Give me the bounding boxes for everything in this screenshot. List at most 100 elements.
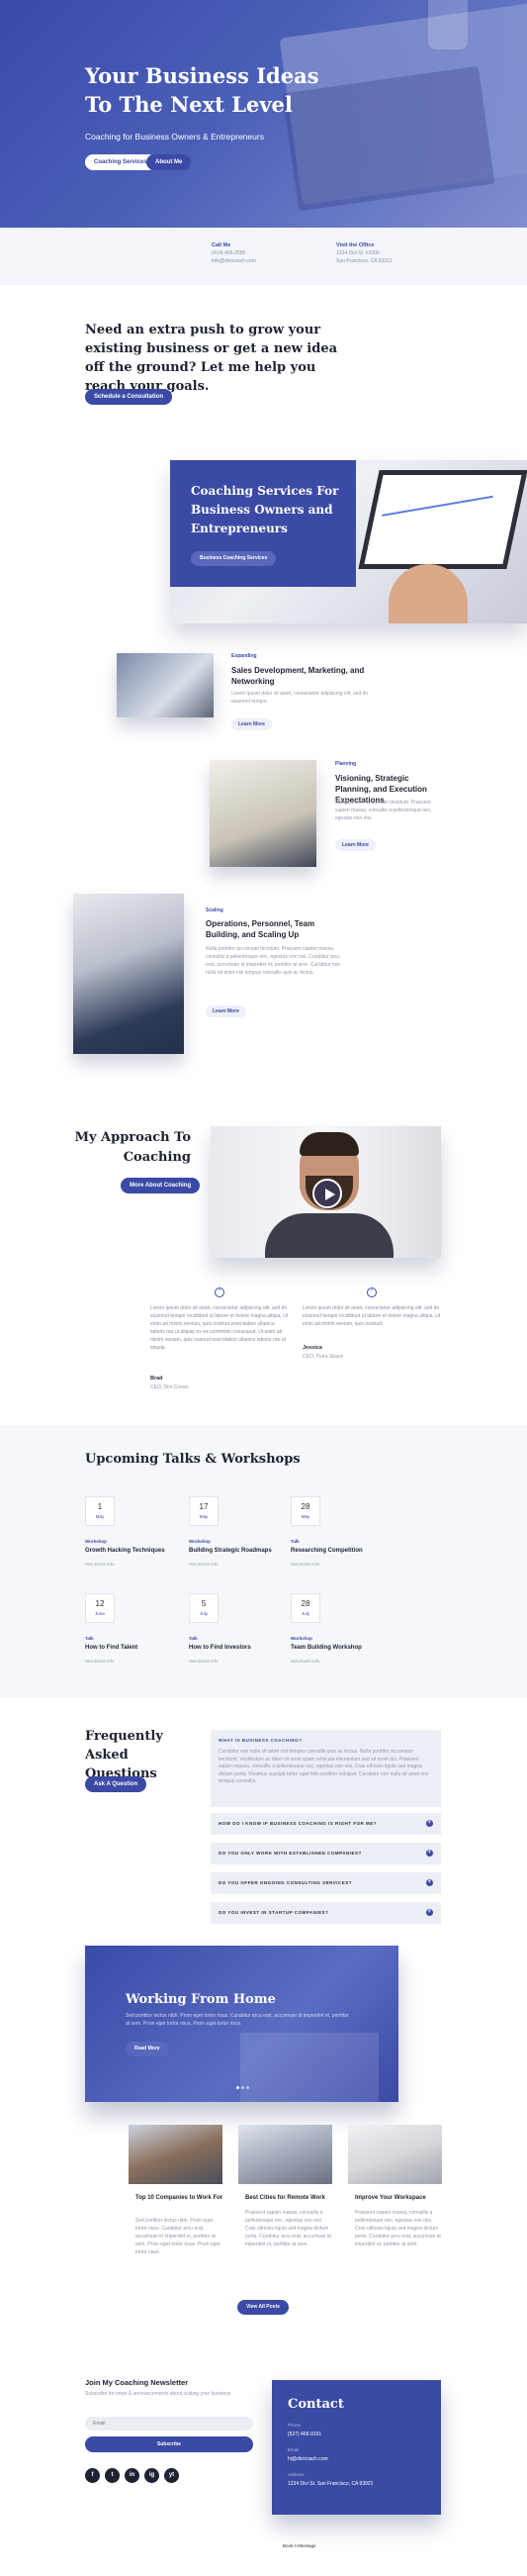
- event-day: 28: [301, 1502, 310, 1511]
- event-title: Researching Competition: [291, 1548, 363, 1554]
- plus-icon: +: [426, 1850, 433, 1857]
- schedule-consultation-button[interactable]: Schedule a Consultation: [85, 389, 173, 405]
- twitter-icon[interactable]: t: [105, 2468, 120, 2483]
- service-tag: Expanding: [231, 653, 257, 659]
- faq-question: WHAT IS BUSINESS COACHING?: [219, 1738, 303, 1743]
- event-info-link[interactable]: See Event Info: [291, 1562, 320, 1567]
- contact-strip: Call Me (414) 466-2555 info@divicoach.co…: [0, 228, 527, 285]
- event-date: 12 June: [85, 1593, 115, 1623]
- faq-item[interactable]: DO YOU ONLY WORK WITH ESTABLISHED COMPAN…: [211, 1843, 441, 1864]
- event-day: 1: [97, 1502, 103, 1511]
- laptop-screen: [358, 470, 527, 569]
- instagram-icon[interactable]: ig: [144, 2468, 159, 2483]
- address-value: 1234 Divi St. San Francisco, CA 93921: [288, 2481, 374, 2487]
- hero-title: Your Business Ideas To The Next Level: [85, 63, 319, 117]
- suit-decoration: [265, 1213, 394, 1258]
- faq-item-open[interactable]: WHAT IS BUSINESS COACHING? Curabitur non…: [211, 1730, 441, 1807]
- service-text: Lorem ipsum dolor sit amet, consectetur …: [231, 691, 369, 705]
- linkedin-icon[interactable]: in: [125, 2468, 139, 2483]
- event-month: May: [199, 1514, 209, 1519]
- faq-item[interactable]: DO YOU INVEST IN STARTUP COMPANIES? +: [211, 1902, 441, 1924]
- youtube-icon[interactable]: yt: [164, 2468, 179, 2483]
- handshake-photo: [117, 653, 214, 717]
- read-more-button[interactable]: Read More: [126, 2042, 169, 2056]
- newsletter-subtitle: Subscribe for news & announcements about…: [85, 2391, 231, 2397]
- learn-more-link[interactable]: Learn More: [206, 1005, 246, 1017]
- blog-thumbnail[interactable]: [238, 2125, 332, 2184]
- blog-title[interactable]: Improve Your Workspace: [355, 2194, 444, 2202]
- event-title: Team Building Workshop: [291, 1645, 362, 1651]
- faq-question: DO YOU ONLY WORK WITH ESTABLISHED COMPAN…: [219, 1851, 362, 1856]
- blog-thumbnail[interactable]: [348, 2125, 442, 2184]
- event-month: June: [95, 1611, 105, 1616]
- about-me-button[interactable]: About Me: [146, 154, 192, 170]
- testimonial-text: Lorem ipsum dolor sit amet, consectetur …: [150, 1305, 289, 1351]
- faq-item[interactable]: DO YOU OFFER ONGOING CONSULTING SERVICES…: [211, 1872, 441, 1894]
- address-line-2: San Francisco, CA 93321: [336, 258, 393, 264]
- faq-title: Frequently Asked Questions: [85, 1729, 163, 1781]
- event-title: Growth Hacking Techniques: [85, 1548, 165, 1554]
- testimonial-name: Jessica: [303, 1345, 322, 1351]
- event-day: 12: [95, 1599, 105, 1608]
- blog-excerpt: Sed porttitor lectus nibh. Proin eget to…: [135, 2218, 220, 2255]
- event-tag: Workshop: [291, 1636, 312, 1641]
- planning-photo: [210, 760, 316, 867]
- email-text[interactable]: info@divicoach.com: [212, 257, 256, 265]
- email-field[interactable]: [85, 2417, 253, 2431]
- blog-title[interactable]: Best Cities for Remote Work: [245, 2194, 334, 2202]
- more-about-coaching-button[interactable]: More About Coaching: [121, 1178, 201, 1193]
- hero-subtitle: Coaching for Business Owners & Entrepren…: [85, 132, 264, 142]
- blog-thumbnail[interactable]: [129, 2125, 222, 2184]
- event-tag: Talk: [291, 1539, 300, 1544]
- event-month: July: [301, 1611, 309, 1616]
- phone-value[interactable]: (527) 466-9151: [288, 2432, 321, 2437]
- learn-more-link[interactable]: Learn More: [335, 839, 376, 851]
- event-title: Building Strategic Roadmaps: [189, 1548, 272, 1554]
- event-info-link[interactable]: See Event Info: [189, 1562, 219, 1567]
- learn-more-link[interactable]: Learn More: [231, 718, 272, 730]
- faq-item[interactable]: HOW DO I KNOW IF BUSINESS COACHING IS RI…: [211, 1813, 441, 1835]
- plus-icon: +: [426, 1879, 433, 1886]
- event-info-link[interactable]: See Event Info: [85, 1562, 115, 1567]
- visit-heading: Visit the Office: [336, 242, 375, 248]
- footer-link[interactable]: Book A Message: [283, 2543, 316, 2548]
- facebook-icon[interactable]: f: [85, 2468, 100, 2483]
- event-date: 28 July: [291, 1593, 320, 1623]
- play-icon[interactable]: [312, 1179, 342, 1208]
- subscribe-button[interactable]: Subscribe: [85, 2436, 253, 2452]
- blog-title[interactable]: Top 10 Companies to Work For: [135, 2194, 224, 2202]
- newsletter-title: Join My Coaching Newsletter: [85, 2378, 189, 2387]
- event-tag: Workshop: [85, 1539, 107, 1544]
- event-title: How to Find Talent: [85, 1645, 138, 1651]
- address-line-1: 1234 Divi St. #1000: [336, 250, 380, 256]
- slider-dot[interactable]: [246, 2086, 249, 2089]
- email-label: Email: [288, 2447, 300, 2452]
- event-info-link[interactable]: See Event Info: [291, 1659, 320, 1664]
- testimonial-text: Lorem ipsum dolor sit amet, consectetur …: [303, 1305, 441, 1327]
- view-all-posts-button[interactable]: View All Posts: [237, 2300, 289, 2315]
- phone-text[interactable]: (414) 466-2555: [212, 249, 256, 257]
- faq-question: DO YOU INVEST IN STARTUP COMPANIES?: [219, 1910, 329, 1915]
- event-month: May: [301, 1514, 310, 1519]
- phone-label: Phone: [288, 2423, 302, 2428]
- coaching-services-button[interactable]: Coaching Services: [85, 154, 156, 170]
- testimonial-role: CEO, Divi Corner: [150, 1384, 189, 1390]
- event-month: May: [95, 1514, 105, 1519]
- slider-dot-active[interactable]: [236, 2086, 239, 2089]
- plus-icon: +: [426, 1820, 433, 1827]
- ask-question-button[interactable]: Ask A Question: [85, 1776, 147, 1792]
- service-text: Nulla porttitor accumsan tincidunt. Prae…: [335, 800, 432, 821]
- event-info-link[interactable]: See Event Info: [85, 1659, 115, 1664]
- email-value[interactable]: hi@divicoach.com: [288, 2456, 328, 2462]
- business-coaching-services-button[interactable]: Business Coaching Services: [191, 551, 277, 566]
- event-date: 17 May: [189, 1496, 219, 1526]
- slide-text: Sed porttitor lectus nibh. Proin eget to…: [126, 2013, 349, 2027]
- event-info-link[interactable]: See Event Info: [189, 1659, 219, 1664]
- call-heading: Call Me: [212, 242, 231, 248]
- address-label: Address: [288, 2472, 305, 2477]
- slider-dot[interactable]: [241, 2086, 244, 2089]
- event-month: July: [199, 1611, 208, 1616]
- service-tag: Scaling: [206, 907, 223, 913]
- services-feature-title: Coaching Services For Business Owners an…: [191, 484, 339, 535]
- event-title: How to Find Investors: [189, 1645, 251, 1651]
